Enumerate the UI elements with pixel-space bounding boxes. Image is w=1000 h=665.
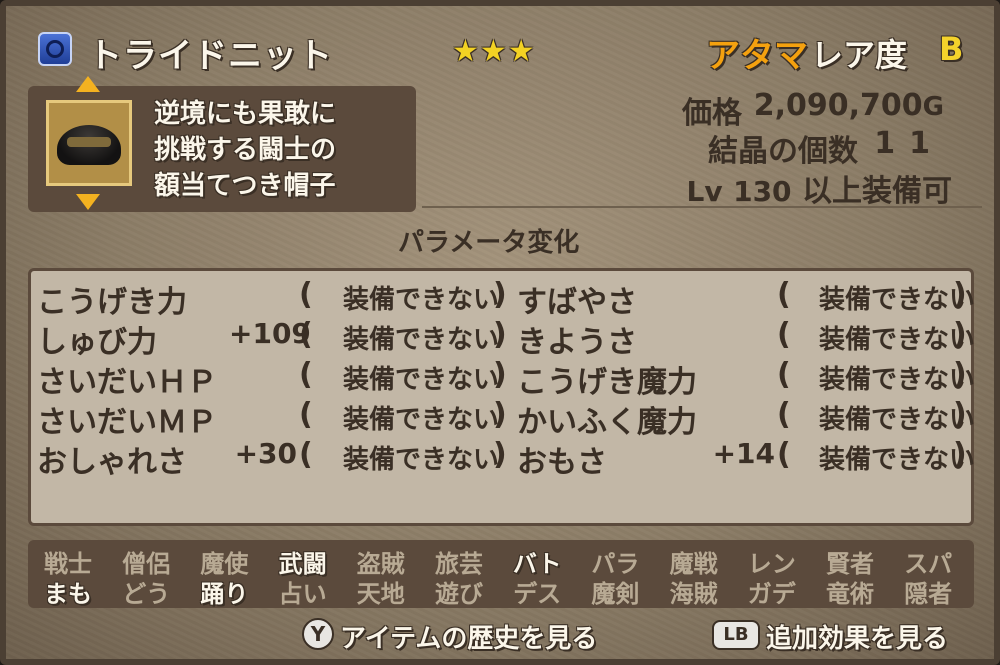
job-label: まも (44, 580, 92, 608)
open-paren: ( (299, 357, 313, 392)
item-history-hint[interactable]: アイテムの歴史を見る (340, 618, 597, 655)
job-label: 遊び (435, 580, 483, 608)
open-paren: ( (299, 437, 313, 472)
close-paren: ) (953, 397, 967, 432)
job-label: ガデ (747, 580, 796, 608)
parameter-name: おもさ (517, 445, 607, 480)
description-line: 挑戦する闘士の (154, 135, 337, 165)
open-paren: ( (777, 357, 791, 392)
rarity-label: レア度 (811, 36, 908, 74)
parameter-row: かいふく魔力 ( 装備できない) (517, 397, 976, 440)
parameter-status: 装備できない (343, 285, 500, 315)
parameter-name: きようさ (517, 325, 637, 360)
parameter-row: しゅび力 +109( 装備できない) (37, 317, 513, 360)
parameter-status: 装備できない (343, 325, 500, 355)
open-paren: ( (777, 277, 791, 312)
job-label: 占い (278, 580, 327, 608)
parameter-row: すばやさ ( 装備できない) (517, 277, 976, 320)
close-paren: ) (953, 437, 967, 472)
crystal-count-label: 結晶の個数 (708, 134, 858, 169)
headgear-category-icon (38, 32, 72, 66)
job-label: デス (513, 580, 562, 608)
quality-stars: ★★★ (452, 34, 536, 69)
parameter-delta: +109 (229, 317, 311, 350)
parameter-status: 装備できない (819, 285, 976, 315)
level-suffix: 以上装備可 (802, 174, 952, 209)
parameter-status: 装備できない (343, 445, 500, 475)
price-value: 2,090,700G (753, 88, 944, 123)
parameter-status: 装備できない (819, 445, 976, 475)
job-label: 海賊 (669, 580, 718, 608)
parameter-name: さいだいＭＰ (37, 405, 217, 440)
level-prefix: Lv (686, 175, 723, 208)
close-paren: ) (953, 357, 967, 392)
rarity-grade: B (939, 30, 964, 68)
open-paren: ( (299, 317, 313, 352)
extra-effects-hint[interactable]: 追加効果を見る (766, 618, 948, 655)
parameter-delta: +30 (234, 437, 297, 470)
currency-unit: G (922, 92, 944, 122)
divider (422, 206, 982, 208)
open-paren: ( (777, 397, 791, 432)
parameter-name: おしゃれさ (37, 445, 187, 480)
close-paren: ) (493, 437, 507, 472)
close-paren: ) (493, 277, 507, 312)
parameter-row: さいだいＭＰ ( 装備できない) (37, 397, 513, 440)
description-line: 逆境にも果敢に (154, 99, 337, 129)
parameter-row: おしゃれさ +30( 装備できない) (37, 437, 513, 480)
parameter-row: さいだいＨＰ ( 装備できない) (37, 357, 513, 400)
item-name: トライドニット (88, 36, 333, 76)
parameter-row: こうげき力 ( 装備できない) (37, 277, 513, 320)
parameter-name: すばやさ (517, 285, 637, 320)
parameter-change-table: こうげき力(装備できない) しゅび力 +109(装備できない) さいだいＨＰ(装備でき… (28, 268, 976, 526)
parameter-row: きようさ ( 装備できない) (517, 317, 976, 360)
job-label: 魔剣 (591, 580, 640, 608)
close-paren: ) (493, 357, 507, 392)
parameter-delta: +14 (712, 437, 775, 470)
job-label: 踊り (200, 580, 249, 608)
close-paren: ) (953, 277, 967, 312)
open-paren: ( (299, 277, 313, 312)
job-label: 天地 (356, 580, 405, 608)
close-paren: ) (953, 317, 967, 352)
parameter-name: しゅび力 (37, 325, 157, 360)
item-detail-window: トライドニット ★★★ アタマ レア度 B 逆境にも果敢に 挑戦する闘士の 額当… (0, 0, 1000, 665)
job-label: 竜術 (826, 580, 874, 608)
equippable-jobs-panel: 戦士 僧侶 魔使 武闘 盗賊 旅芸 バト パラ 魔戦 レン 賢者 スパ まも どう 踊り 占い 天地 遊び デス 魔剣… (28, 540, 974, 608)
parameter-status: 装備できない (819, 405, 976, 435)
close-paren: ) (493, 397, 507, 432)
parameter-row: おもさ +14( 装備できない) (517, 437, 976, 480)
parameter-status: 装備できない (343, 365, 500, 395)
parameter-change-title: パラメータ変化 (398, 228, 580, 258)
parameter-row: こうげき魔力 ( 装備できない) (517, 357, 976, 400)
job-label: どう (122, 580, 171, 608)
job-label: 隠者 (904, 580, 953, 608)
open-paren: ( (299, 397, 313, 432)
scroll-down-arrow-icon[interactable] (76, 194, 100, 210)
item-image (46, 100, 132, 186)
parameter-name: こうげき魔力 (517, 365, 697, 400)
parameter-name: さいだいＨＰ (37, 365, 217, 400)
required-level: Lv 130 以上装備可 (687, 166, 952, 210)
item-description-box: 逆境にも果敢に 挑戦する闘士の 額当てつき帽子 (28, 76, 416, 212)
item-description: 逆境にも果敢に 挑戦する闘士の 額当てつき帽子 (154, 96, 336, 204)
parameter-name: かいふく魔力 (517, 405, 697, 440)
description-line: 額当てつき帽子 (154, 171, 336, 201)
open-paren: ( (777, 317, 791, 352)
lb-button-icon[interactable]: LB (712, 620, 760, 650)
parameter-status: 装備できない (819, 325, 976, 355)
level-value: 130 (733, 175, 792, 208)
scroll-up-arrow-icon[interactable] (76, 76, 100, 92)
crystal-count-value: 11 (874, 126, 944, 161)
parameter-status: 装備できない (343, 405, 500, 435)
parameter-status: 装備できない (819, 365, 976, 395)
parameter-name: こうげき力 (37, 285, 187, 320)
equipment-slot: アタマ (706, 36, 808, 76)
open-paren: ( (777, 437, 791, 472)
item-header: トライドニット ★★★ アタマ レア度 B (6, 6, 994, 86)
y-button-icon[interactable]: Y (302, 618, 334, 650)
close-paren: ) (493, 317, 507, 352)
